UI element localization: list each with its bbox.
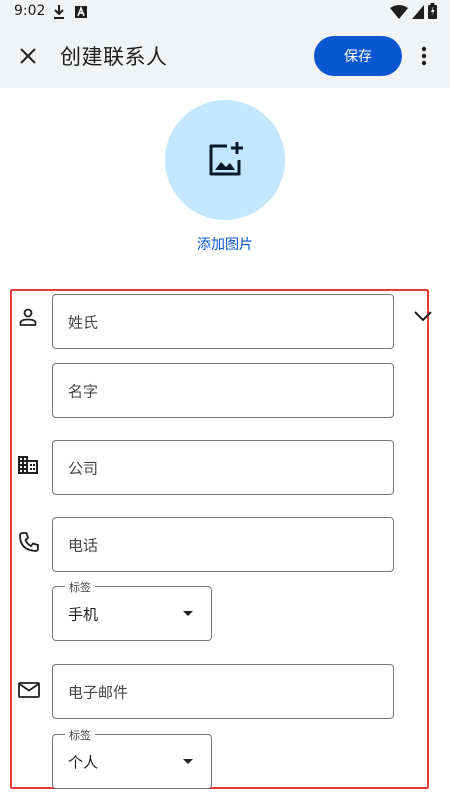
email-icon — [18, 682, 40, 702]
company-placeholder: 公司 — [68, 459, 99, 477]
more-vert-icon — [421, 46, 427, 66]
page-title: 创建联系人 — [60, 45, 168, 69]
more-options-button[interactable] — [412, 38, 436, 74]
phone-label-value: 手机 — [68, 605, 99, 623]
email-placeholder: 电子邮件 — [68, 683, 129, 701]
add-photo-icon — [209, 142, 243, 176]
a-box-icon — [74, 4, 88, 23]
email-label-select[interactable]: 标签 个人 — [52, 727, 212, 789]
person-icon — [18, 307, 38, 331]
add-photo-button[interactable] — [165, 100, 285, 220]
dropdown-arrow-icon — [183, 758, 193, 764]
status-bar: 9:02 — [0, 0, 450, 24]
company-field[interactable]: 公司 — [52, 440, 394, 495]
last-name-placeholder: 姓氏 — [68, 313, 99, 331]
add-photo-link[interactable]: 添加图片 — [0, 234, 450, 254]
first-name-placeholder: 名字 — [68, 382, 99, 400]
app-bar: 创建联系人 保存 — [0, 24, 450, 88]
download-icon — [52, 4, 66, 24]
status-time: 9:02 — [14, 3, 46, 19]
create-contact-screen: 9:02 创建联系人 保存 添加图片 姓氏 名字 公司 电话 标签 手机 电子邮… — [0, 0, 450, 800]
dropdown-arrow-icon — [183, 610, 193, 616]
close-icon — [20, 48, 36, 64]
phone-label-caption: 标签 — [65, 579, 95, 595]
phone-placeholder: 电话 — [68, 536, 99, 554]
email-label-value: 个人 — [68, 753, 99, 771]
email-label-caption: 标签 — [65, 727, 95, 743]
phone-field[interactable]: 电话 — [52, 517, 394, 572]
save-button[interactable]: 保存 — [314, 36, 402, 76]
battery-icon — [428, 3, 437, 23]
signal-icon — [412, 4, 424, 23]
phone-icon — [18, 531, 40, 557]
company-icon — [17, 455, 39, 479]
email-field[interactable]: 电子邮件 — [52, 664, 394, 719]
wifi-icon — [390, 4, 408, 23]
expand-name-button[interactable] — [410, 303, 436, 329]
chevron-down-icon — [414, 311, 432, 322]
first-name-field[interactable]: 名字 — [52, 363, 394, 418]
close-button[interactable] — [10, 36, 46, 76]
phone-label-select[interactable]: 标签 手机 — [52, 579, 212, 641]
last-name-field[interactable]: 姓氏 — [52, 294, 394, 349]
